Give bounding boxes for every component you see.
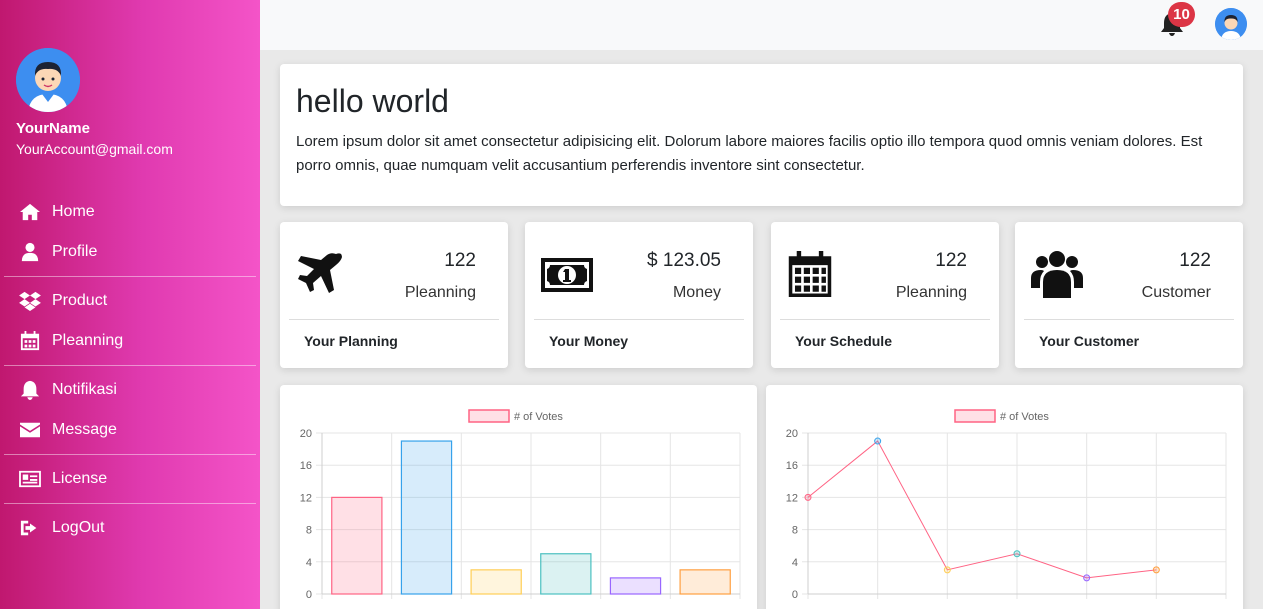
sidebar-item-message[interactable]: Message [0, 410, 260, 450]
bar [470, 569, 522, 595]
legend-label: # of Votes [1000, 411, 1049, 423]
sidebar-item-license[interactable]: License [0, 459, 260, 499]
bell-icon [20, 380, 40, 400]
id-card-icon [19, 470, 41, 488]
sidebar-item-logout[interactable]: LogOut [0, 508, 260, 548]
y-tick-label: 4 [792, 557, 798, 569]
sidebar-item-label: Profile [52, 243, 98, 260]
y-tick-label: 8 [306, 525, 312, 537]
sidebar-item-label: LogOut [52, 519, 105, 536]
plane-icon [296, 252, 348, 296]
stat-card-money[interactable]: $ 123.05 Money Your Money [525, 222, 753, 368]
stat-footer: Your Planning [304, 333, 398, 349]
stat-card-customer[interactable]: 122 Customer Your Customer [1015, 222, 1243, 368]
user-icon [21, 242, 39, 262]
sidebar-item-product[interactable]: Product [0, 281, 260, 321]
bar [609, 577, 662, 595]
sidebar-divider [4, 365, 256, 366]
stat-footer: Your Schedule [795, 333, 892, 349]
legend-swatch [954, 409, 996, 423]
user-avatar[interactable] [16, 48, 80, 112]
welcome-title: hello world [296, 83, 449, 119]
stat-divider [780, 319, 990, 320]
welcome-card: hello world Lorem ipsum dolor sit amet c… [280, 64, 1243, 206]
stat-card-schedule[interactable]: 122 Pleanning Your Schedule [771, 222, 999, 368]
sidebar-item-label: Pleanning [52, 332, 124, 349]
y-tick-label: 8 [792, 525, 798, 537]
stat-footer: Your Customer [1039, 333, 1140, 349]
bar [679, 569, 731, 595]
topbar-avatar[interactable] [1215, 8, 1247, 40]
users-icon [1031, 251, 1083, 298]
bar [540, 553, 592, 595]
dropbox-icon [19, 291, 41, 311]
sidebar-item-notifikasi[interactable]: Notifikasi [0, 370, 260, 410]
home-icon [20, 203, 40, 221]
y-tick-label: 12 [786, 492, 798, 504]
sidebar-item-label: Product [52, 292, 108, 309]
series-line [807, 440, 1157, 579]
sidebar-divider [4, 276, 256, 277]
stat-divider [534, 319, 744, 320]
stat-label: Pleanning [895, 284, 967, 301]
sidebar-item-label: Message [52, 421, 117, 438]
data-point [1152, 566, 1160, 574]
bar [400, 440, 453, 595]
sidebar-item-label: Home [52, 203, 95, 220]
data-point [943, 566, 951, 574]
stat-value: 122 [1179, 250, 1211, 271]
stat-value: 122 [444, 250, 476, 271]
y-tick-label: 20 [300, 428, 312, 440]
y-tick-label: 12 [300, 492, 312, 504]
notification-badge: 10 [1168, 2, 1195, 27]
stat-card-planning[interactable]: 122 Pleanning Your Planning [280, 222, 508, 368]
envelope-icon [20, 422, 40, 438]
stat-value: 122 [935, 250, 967, 271]
sidebar-item-home[interactable]: Home [0, 192, 260, 232]
stat-footer: Your Money [549, 333, 629, 349]
calendar-icon [787, 251, 839, 297]
legend-swatch [468, 409, 510, 423]
stat-divider [289, 319, 499, 320]
stat-label: Pleanning [404, 284, 476, 301]
legend-label: # of Votes [514, 411, 563, 423]
sidebar-item-profile[interactable]: Profile [0, 232, 260, 272]
stat-label: Customer [1141, 284, 1211, 301]
y-tick-label: 16 [300, 460, 312, 472]
bar-chart: # of Votes 0 4 8 12 16 20 [300, 409, 741, 601]
data-point [874, 437, 882, 445]
stat-label: Money [672, 284, 721, 301]
data-point [1013, 550, 1021, 558]
stat-value: $ 123.05 [647, 250, 721, 271]
money-icon [541, 252, 593, 296]
y-tick-label: 4 [306, 557, 312, 569]
sidebar-nav: Home Profile Product Pleanning Notifikas… [0, 192, 260, 548]
sidebar: YourName YourAccount@gmail.com Home Prof… [0, 0, 260, 609]
y-tick-label: 0 [306, 589, 312, 601]
welcome-text: Lorem ipsum dolor sit amet consectetur a… [296, 133, 1203, 174]
y-tick-label: 0 [792, 589, 798, 601]
line-chart-card: # of Votes 0 4 8 12 16 20 [766, 385, 1243, 609]
topbar [260, 0, 1263, 50]
sidebar-item-label: License [52, 470, 108, 487]
sidebar-divider [4, 503, 256, 504]
data-point [1083, 574, 1091, 582]
sidebar-item-pleanning[interactable]: Pleanning [0, 321, 260, 361]
user-name: YourName [16, 120, 90, 137]
bar [331, 496, 383, 595]
sidebar-divider [4, 454, 256, 455]
line-chart: # of Votes 0 4 8 12 16 20 [786, 409, 1227, 601]
stat-divider [1024, 319, 1234, 320]
y-tick-label: 20 [786, 428, 798, 440]
user-email: YourAccount@gmail.com [16, 141, 173, 157]
calendar-icon [20, 331, 40, 351]
data-point [804, 493, 812, 501]
y-tick-label: 16 [786, 460, 798, 472]
sign-out-icon [20, 520, 37, 536]
sidebar-item-label: Notifikasi [52, 381, 117, 398]
bar-chart-card: # of Votes 0 4 8 12 16 20 [280, 385, 757, 609]
